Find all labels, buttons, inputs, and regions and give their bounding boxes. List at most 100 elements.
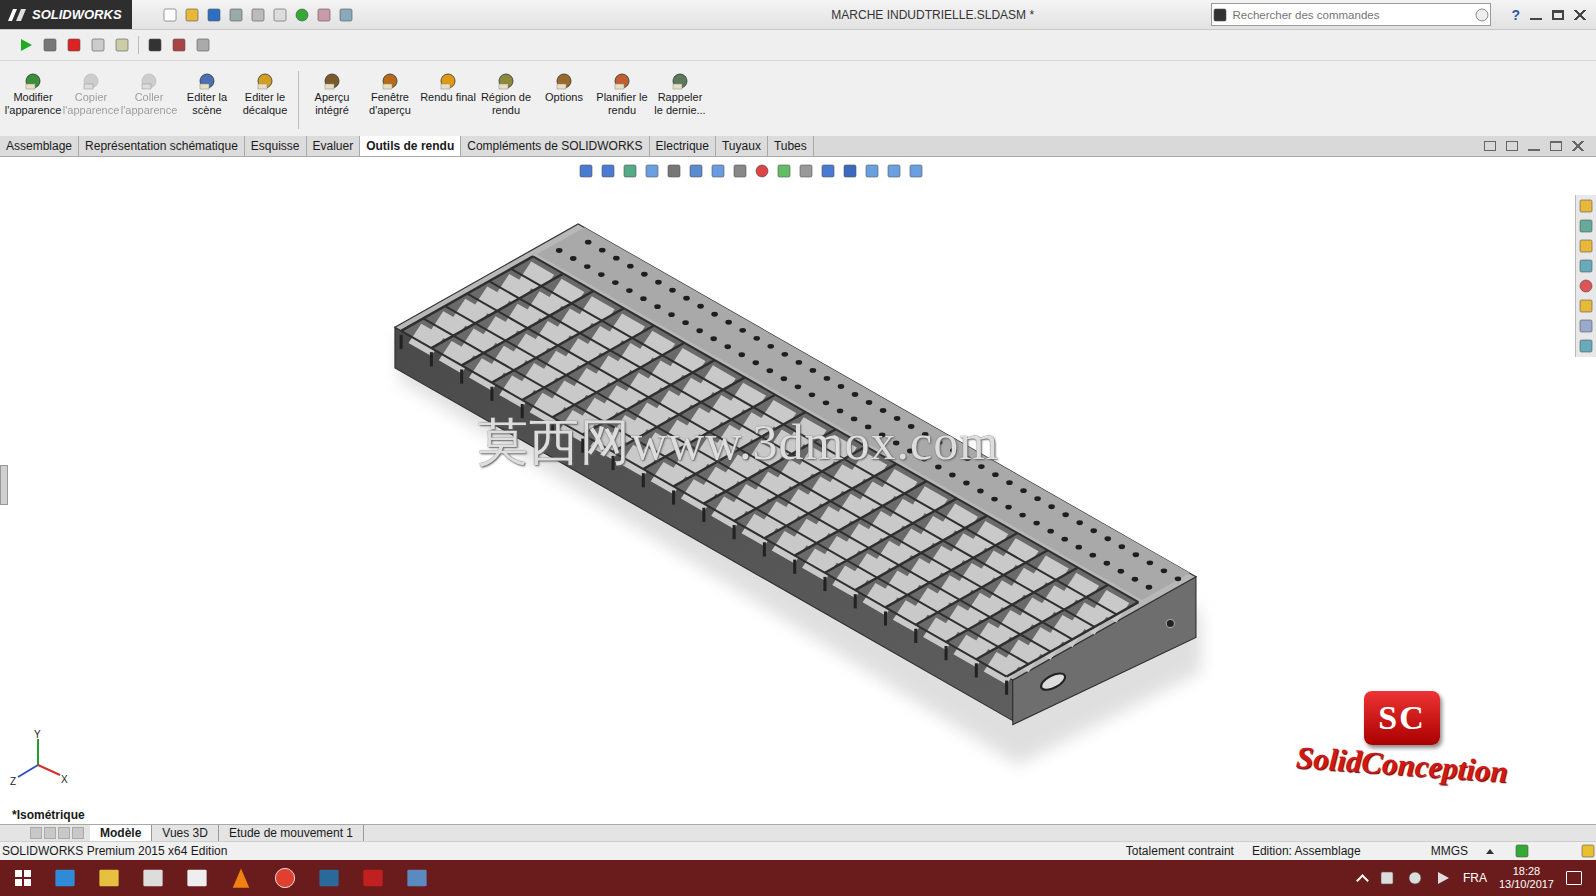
search-icon[interactable] (1474, 7, 1490, 23)
front-icon[interactable] (864, 163, 880, 179)
top-icon[interactable] (886, 163, 902, 179)
file-explorer-icon[interactable] (1578, 258, 1594, 274)
command-tab[interactable]: Compléments de SOLIDWORKS (461, 136, 649, 156)
undo-icon[interactable] (250, 7, 266, 23)
new-macro-icon[interactable] (90, 37, 106, 53)
ribbon-button[interactable]: Editer la scène (178, 71, 236, 117)
help-button[interactable]: ? (1501, 7, 1530, 23)
ribbon-button[interactable]: Fenêtre d'aperçu (361, 71, 419, 117)
command-tab[interactable]: Outils de rendu (360, 136, 461, 156)
ribbon-button[interactable]: Rendu final (419, 71, 477, 104)
isometric-icon[interactable] (842, 163, 858, 179)
scroll-arrow-icon[interactable] (44, 827, 56, 839)
ribbon-button[interactable]: Rappeler le dernie... (651, 71, 709, 117)
save-icon[interactable] (206, 7, 222, 23)
options-icon[interactable] (338, 7, 354, 23)
rebuild-icon[interactable] (294, 7, 310, 23)
print-icon[interactable] (228, 7, 244, 23)
appearance-icon[interactable] (754, 163, 770, 179)
mail-icon[interactable] (186, 867, 208, 889)
custom-properties-icon[interactable] (1578, 318, 1594, 334)
visual-studio-icon[interactable] (318, 867, 340, 889)
unit-menu-icon[interactable] (1486, 849, 1494, 854)
split-icon[interactable] (1506, 141, 1518, 151)
photos-icon[interactable] (406, 867, 428, 889)
ribbon-button[interactable]: Copier l'apparence (62, 71, 120, 117)
ribbon-button[interactable]: Options (535, 71, 593, 104)
windows-start-icon[interactable] (14, 869, 32, 887)
select-icon[interactable] (272, 7, 288, 23)
restore-icon[interactable] (1552, 10, 1564, 20)
store-icon[interactable] (142, 867, 164, 889)
open-icon[interactable] (184, 7, 200, 23)
zoom-fit-icon[interactable] (578, 163, 594, 179)
edge-icon[interactable] (54, 867, 76, 889)
forum-icon[interactable] (1578, 338, 1594, 354)
restore-icon[interactable] (1550, 141, 1562, 151)
app-logo[interactable]: SOLIDWORKS (0, 0, 132, 29)
scroll-arrow-icon[interactable] (72, 827, 84, 839)
edit-macro-icon[interactable] (114, 37, 130, 53)
clock[interactable]: 18:2813/10/2017 (1499, 865, 1554, 891)
home-icon[interactable] (1578, 198, 1594, 214)
command-tab[interactable]: Tubes (768, 136, 814, 156)
bottom-tab[interactable]: Vues 3D (152, 825, 219, 841)
solidworks-icon[interactable] (362, 867, 384, 889)
ribbon-button[interactable]: Modifier l'apparence (4, 71, 62, 117)
chrome-icon[interactable] (274, 867, 296, 889)
new-file-icon[interactable] (162, 7, 178, 23)
scroll-arrow-icon[interactable] (58, 827, 70, 839)
notifications-icon[interactable] (1566, 871, 1582, 885)
record-video-icon[interactable] (171, 37, 187, 53)
camera-icon[interactable] (147, 37, 163, 53)
tile-icon[interactable] (1484, 141, 1496, 151)
scene-icon[interactable] (776, 163, 792, 179)
close-icon[interactable] (1572, 141, 1584, 151)
previous-view-icon[interactable] (622, 163, 638, 179)
search-input[interactable] (1228, 9, 1474, 21)
file-properties-icon[interactable] (316, 7, 332, 23)
command-tab[interactable]: Assemblage (0, 136, 79, 156)
run-macro-icon[interactable] (18, 37, 34, 53)
scroll-arrow-icon[interactable] (30, 827, 42, 839)
bottom-tab[interactable]: Etude de mouvement 1 (219, 825, 364, 841)
status-item[interactable]: MMGS (1431, 844, 1468, 858)
section-view-icon[interactable] (644, 163, 660, 179)
zoom-area-icon[interactable] (600, 163, 616, 179)
right-icon[interactable] (908, 163, 924, 179)
help-status-icon[interactable] (1514, 843, 1530, 859)
view-settings-icon[interactable] (798, 163, 814, 179)
vlc-icon[interactable] (230, 867, 252, 889)
ribbon-button[interactable]: Aperçu intégré (303, 71, 361, 117)
command-tab[interactable]: Tuyaux (716, 136, 768, 156)
graphics-area[interactable]: 莫西网www.3dmox.comYXZ*IsométriqueSCSolidCo… (0, 157, 1596, 824)
stop-macro-icon[interactable] (42, 37, 58, 53)
tray-expand-icon[interactable] (1356, 874, 1369, 887)
command-tab[interactable]: Esquisse (245, 136, 307, 156)
ribbon-button[interactable]: Planifier le rendu (593, 71, 651, 117)
command-tab[interactable]: Représentation schématique (79, 136, 245, 156)
command-tab[interactable]: Evaluer (307, 136, 361, 156)
feature-manager-handle[interactable] (0, 465, 8, 505)
keyboard-icon[interactable] (1379, 870, 1395, 886)
display-style-icon[interactable] (710, 163, 726, 179)
input-language[interactable]: FRA (1463, 871, 1487, 885)
rotate-icon[interactable] (820, 163, 836, 179)
hide-show-icon[interactable] (732, 163, 748, 179)
volume-icon[interactable] (1435, 870, 1451, 886)
palette-icon[interactable] (1578, 298, 1594, 314)
minimize-icon[interactable] (1530, 10, 1542, 20)
command-tab[interactable]: Electrique (650, 136, 716, 156)
ribbon-button[interactable]: Coller l'apparence (120, 71, 178, 117)
appearances-icon[interactable] (1578, 278, 1594, 294)
ribbon-button[interactable]: Editer le décalque (236, 71, 294, 117)
minimize-icon[interactable] (1528, 141, 1540, 151)
export-icon[interactable] (195, 37, 211, 53)
record-macro-icon[interactable] (66, 37, 82, 53)
file-explorer-icon[interactable] (98, 867, 120, 889)
dynamic-annotation-icon[interactable] (666, 163, 682, 179)
bottom-tab[interactable]: Modèle (90, 825, 152, 841)
library-icon[interactable] (1578, 238, 1594, 254)
view-orientation-icon[interactable] (688, 163, 704, 179)
close-icon[interactable] (1574, 10, 1586, 20)
